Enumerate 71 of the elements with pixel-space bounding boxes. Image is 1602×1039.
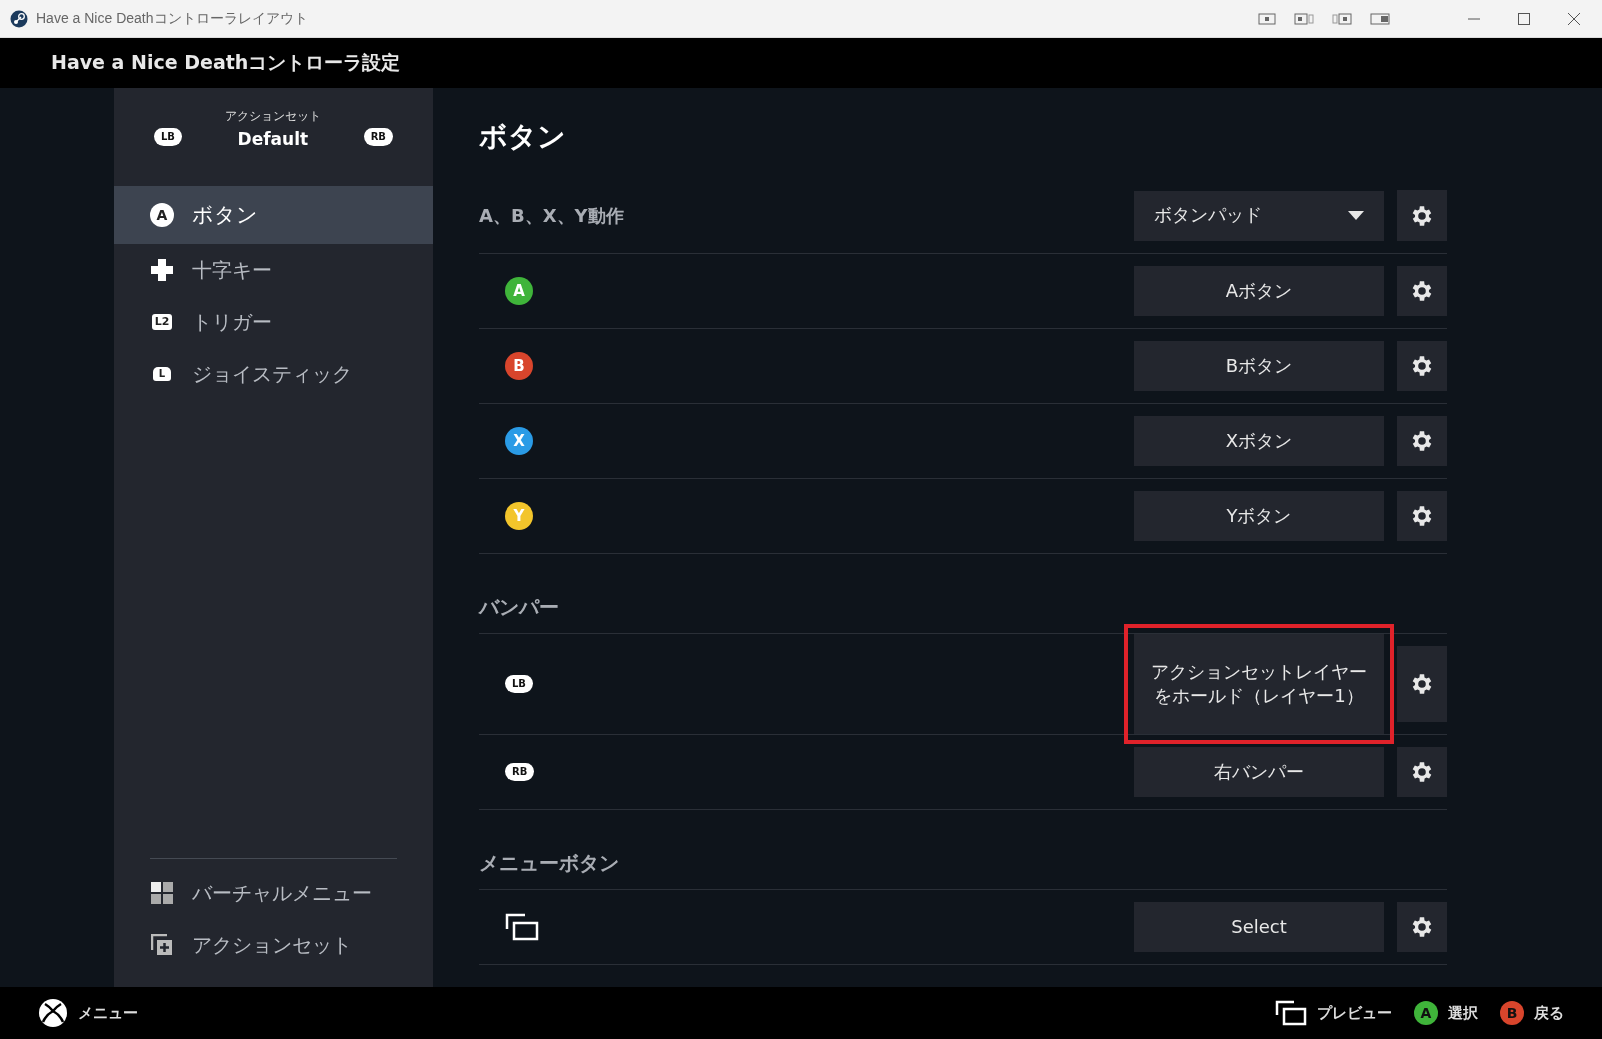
sidebar-item[interactable]: A ボタン — [114, 186, 433, 244]
settings-button[interactable] — [1397, 341, 1447, 391]
face-button-icon: A — [1414, 1001, 1438, 1025]
button-hint[interactable]: A 選択 — [1414, 1000, 1478, 1026]
settings-button[interactable] — [1397, 190, 1447, 241]
sidebar-item[interactable]: L2 トリガー — [114, 296, 433, 348]
sidebar-item[interactable]: アクションセット — [114, 919, 433, 971]
a-button-icon: A — [150, 203, 174, 227]
screen-mode-icon[interactable] — [1370, 12, 1390, 25]
screen-mode-icon[interactable] — [1258, 12, 1276, 25]
face-button-icon: B — [505, 352, 533, 380]
section-title: メニューボタン — [479, 850, 620, 877]
maximize-icon[interactable] — [1518, 12, 1530, 25]
window-title: Have a Nice Deathコントローラレイアウト — [36, 9, 308, 28]
trigger-icon: L2 — [151, 313, 173, 331]
settings-button[interactable] — [1397, 646, 1447, 722]
sidebar-item-label: ジョイスティック — [192, 360, 352, 388]
xbox-logo-icon — [38, 998, 68, 1028]
sidebar-item-label: 十字キー — [192, 256, 272, 284]
hint-label: 選択 — [1448, 1003, 1478, 1023]
sidebar-item-label: トリガー — [192, 308, 272, 336]
section-title: A、B、X、Y動作 — [479, 203, 625, 228]
sidebar-item-label: バーチャルメニュー — [192, 879, 372, 907]
sidebar-item-label: ボタン — [192, 202, 258, 229]
mode-dropdown[interactable]: ボタンパッド — [1134, 190, 1384, 241]
page-header-title: Have a Nice Deathコントローラ設定 — [51, 50, 401, 75]
binding-button[interactable]: 右バンパー — [1134, 747, 1384, 797]
settings-button[interactable] — [1397, 491, 1447, 541]
face-button-icon: A — [505, 277, 533, 305]
settings-button[interactable] — [1397, 747, 1447, 797]
binding-button[interactable]: アクションセットレイヤーをホールド（レイヤー1） — [1134, 634, 1384, 734]
hint-label: プレビュー — [1317, 1003, 1392, 1023]
section-title: バンパー — [479, 594, 560, 621]
face-button-icon: B — [1500, 1001, 1524, 1025]
settings-button[interactable] — [1397, 416, 1447, 466]
action-set-name: Default — [237, 128, 309, 149]
close-icon[interactable] — [1568, 12, 1580, 25]
bumper-icon: RB — [505, 763, 535, 781]
preview-icon — [1275, 1000, 1307, 1026]
layers-plus-icon — [151, 934, 173, 956]
hint-label: メニュー — [78, 1003, 138, 1023]
dpad-icon — [150, 258, 174, 282]
face-button-icon: X — [505, 427, 533, 455]
action-set-caption: アクションセット — [224, 107, 321, 125]
sidebar-item[interactable]: バーチャルメニュー — [114, 867, 433, 919]
button-hint[interactable]: プレビュー — [1275, 1000, 1392, 1026]
page-title: ボタン — [479, 119, 567, 155]
settings-button[interactable] — [1397, 266, 1447, 316]
face-button-icon: Y — [505, 502, 533, 530]
joystick-icon: L — [152, 367, 172, 381]
select-button-icon — [505, 913, 539, 941]
bumper-icon: LB — [505, 675, 533, 693]
button-hint[interactable]: B 戻る — [1500, 1000, 1564, 1026]
settings-button[interactable] — [1397, 902, 1447, 952]
hint-label: 戻る — [1534, 1003, 1564, 1023]
app-logo-icon — [10, 9, 28, 28]
screen-mode-icon[interactable] — [1294, 12, 1314, 25]
menu-hint[interactable]: メニュー — [38, 998, 138, 1028]
binding-button[interactable]: Bボタン — [1134, 341, 1384, 391]
binding-button[interactable]: Aボタン — [1134, 266, 1384, 316]
binding-button[interactable]: Select — [1134, 902, 1384, 952]
binding-button[interactable]: Yボタン — [1134, 491, 1384, 541]
previous-set-button[interactable]: LB — [154, 128, 182, 146]
sidebar-item-label: アクションセット — [192, 931, 352, 959]
grid-icon — [151, 882, 173, 904]
next-set-button[interactable]: RB — [363, 128, 393, 146]
screen-mode-icon[interactable] — [1332, 12, 1352, 25]
sidebar-item[interactable]: L ジョイスティック — [114, 348, 433, 400]
binding-button[interactable]: Xボタン — [1134, 416, 1384, 466]
sidebar-item[interactable]: 十字キー — [114, 244, 433, 296]
caret-icon — [1348, 211, 1364, 220]
